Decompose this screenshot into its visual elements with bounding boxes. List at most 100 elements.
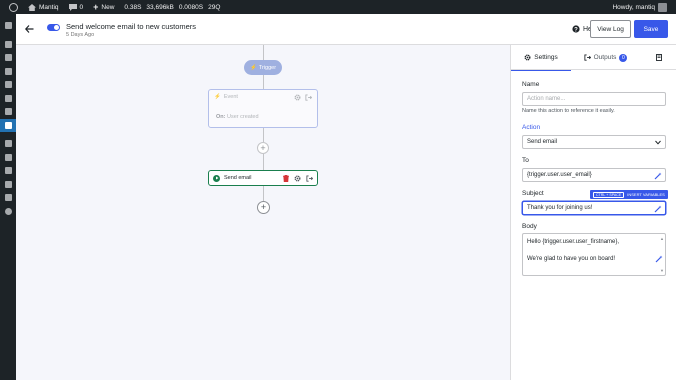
help-circle-icon: ? bbox=[572, 25, 580, 33]
tooltip-text: INSERT VARIABLES bbox=[627, 192, 665, 197]
name-help-text: Name this action to reference it easily. bbox=[522, 108, 615, 114]
comment-icon bbox=[68, 3, 77, 11]
tab-documentation[interactable] bbox=[640, 45, 676, 70]
workflow-enabled-toggle[interactable] bbox=[47, 24, 60, 31]
body-label: Body bbox=[522, 223, 537, 230]
view-log-button[interactable]: View Log bbox=[590, 20, 631, 38]
tab-outputs-label: Outputs bbox=[593, 54, 617, 61]
sidebar-tabs: Settings Outputs 0 bbox=[511, 45, 676, 71]
menu-users-icon[interactable] bbox=[0, 164, 16, 178]
magic-wand-icon[interactable] bbox=[654, 172, 662, 180]
menu-mantiq-icon[interactable] bbox=[0, 118, 16, 132]
save-button[interactable]: Save bbox=[634, 20, 668, 38]
menu-settings-icon[interactable] bbox=[0, 191, 16, 205]
insert-variables-tooltip: CTRL + SPACE INSERT VARIABLES bbox=[590, 190, 668, 199]
export-icon[interactable] bbox=[305, 93, 312, 101]
magic-wand-icon[interactable] bbox=[655, 255, 663, 263]
menu-appearance-icon[interactable] bbox=[0, 137, 16, 151]
to-value: {trigger.user.user_email} bbox=[527, 172, 592, 178]
workflow-title[interactable]: Send welcome email to new customers bbox=[66, 22, 196, 31]
chevron-down-icon bbox=[655, 140, 661, 145]
menu-posts-icon[interactable] bbox=[0, 38, 16, 52]
my-account[interactable]: Howdy, mantiq bbox=[607, 0, 676, 14]
admin-bar: Mantiq 0 + New 0.38S 33,696kB 0.0080S 29… bbox=[0, 0, 676, 14]
to-label: To bbox=[522, 157, 529, 164]
workflow-updated-time: 5 Days Ago bbox=[66, 32, 95, 38]
menu-products-icon[interactable] bbox=[0, 105, 16, 119]
menu-comments-icon[interactable] bbox=[0, 78, 16, 92]
comments-count: 0 bbox=[79, 3, 84, 11]
outputs-count-badge: 0 bbox=[619, 53, 628, 62]
to-field[interactable]: {trigger.user.user_email} bbox=[522, 168, 666, 182]
tab-settings-label: Settings bbox=[534, 54, 558, 61]
home-icon bbox=[28, 3, 36, 11]
action-name-input[interactable]: Action name... bbox=[522, 92, 666, 106]
connector-line bbox=[263, 154, 264, 170]
add-step-plus-icon[interactable]: + bbox=[257, 142, 269, 154]
query-monitor-stats[interactable]: 0.38S 33,696kB 0.0080S 29Q bbox=[119, 0, 225, 14]
connector-line bbox=[263, 45, 264, 60]
svg-text:?: ? bbox=[574, 27, 578, 33]
output-icon bbox=[584, 54, 591, 61]
site-name-link[interactable]: Mantiq bbox=[23, 0, 64, 14]
trigger-label: Trigger bbox=[258, 64, 277, 71]
event-description: On: User created bbox=[216, 114, 259, 120]
body-line-1: Hello {trigger.user.user_firstname}, bbox=[527, 239, 620, 245]
bolt-icon: ⚡ bbox=[214, 94, 221, 100]
gear-icon[interactable] bbox=[294, 175, 301, 182]
stat-queries: 29Q bbox=[208, 3, 221, 11]
body-textarea[interactable]: Hello {trigger.user.user_firstname}, We'… bbox=[522, 233, 666, 276]
action-name-placeholder: Action name... bbox=[527, 96, 566, 102]
comments-link[interactable]: 0 bbox=[64, 0, 89, 14]
menu-tools-icon[interactable] bbox=[0, 178, 16, 192]
new-label: New bbox=[101, 3, 115, 11]
action-label: Action bbox=[522, 124, 541, 131]
stat-db-time: 0.0080S bbox=[178, 3, 204, 11]
subject-value: Thank you for joining us! bbox=[527, 205, 593, 211]
workflow-canvas[interactable]: ⚡ Trigger ⚡ Event On: User created + Sen… bbox=[16, 45, 510, 380]
menu-woocommerce-icon[interactable] bbox=[0, 92, 16, 106]
avatar bbox=[658, 2, 667, 12]
export-icon[interactable] bbox=[306, 174, 313, 182]
connector-line bbox=[263, 128, 264, 142]
event-node[interactable]: ⚡ Event On: User created bbox=[208, 89, 318, 128]
plus-icon: + bbox=[93, 1, 99, 12]
send-email-action-node[interactable]: Send email bbox=[208, 170, 318, 186]
workflow-header: Send welcome email to new customers 5 Da… bbox=[16, 14, 676, 45]
gear-icon[interactable] bbox=[294, 94, 301, 101]
wordpress-logo-icon[interactable] bbox=[0, 0, 23, 14]
connector-line bbox=[263, 186, 264, 201]
event-title: Event bbox=[223, 94, 238, 100]
menu-pages-icon[interactable] bbox=[0, 65, 16, 79]
play-circle-icon bbox=[213, 174, 220, 182]
magic-wand-icon[interactable] bbox=[654, 205, 662, 213]
trash-icon[interactable] bbox=[283, 174, 289, 182]
body-line-2: We're glad to have you on board! bbox=[527, 255, 616, 262]
settings-sidebar: Settings Outputs 0 Name Action name... N… bbox=[510, 45, 676, 380]
action-select-value: Send email bbox=[527, 139, 558, 145]
connector-line bbox=[263, 75, 264, 89]
menu-collapse-icon[interactable] bbox=[0, 205, 16, 219]
menu-plugins-icon[interactable] bbox=[0, 151, 16, 165]
bolt-icon: ⚡ bbox=[249, 64, 257, 71]
greeting: Howdy, mantiq bbox=[612, 3, 655, 11]
gear-icon bbox=[524, 54, 531, 61]
subject-label: Subject bbox=[522, 190, 544, 197]
trigger-node[interactable]: ⚡ Trigger bbox=[244, 60, 282, 75]
action-title: Send email bbox=[224, 175, 252, 181]
name-label: Name bbox=[522, 81, 540, 88]
admin-menu bbox=[0, 14, 16, 380]
menu-media-icon[interactable] bbox=[0, 51, 16, 65]
stat-memory: 33,696kB bbox=[146, 3, 174, 11]
shortcut-key: CTRL + SPACE bbox=[593, 191, 625, 198]
site-name: Mantiq bbox=[39, 3, 59, 11]
back-arrow-icon[interactable] bbox=[23, 23, 35, 35]
tab-settings[interactable]: Settings bbox=[511, 45, 571, 71]
subject-field[interactable]: Thank you for joining us! bbox=[522, 201, 666, 215]
new-content-link[interactable]: + New bbox=[88, 0, 119, 14]
document-icon bbox=[655, 54, 662, 61]
menu-dashboard-icon[interactable] bbox=[0, 19, 16, 33]
add-step-plus-icon[interactable]: + bbox=[257, 201, 270, 214]
tab-outputs[interactable]: Outputs 0 bbox=[571, 45, 640, 70]
action-select[interactable]: Send email bbox=[522, 135, 666, 149]
